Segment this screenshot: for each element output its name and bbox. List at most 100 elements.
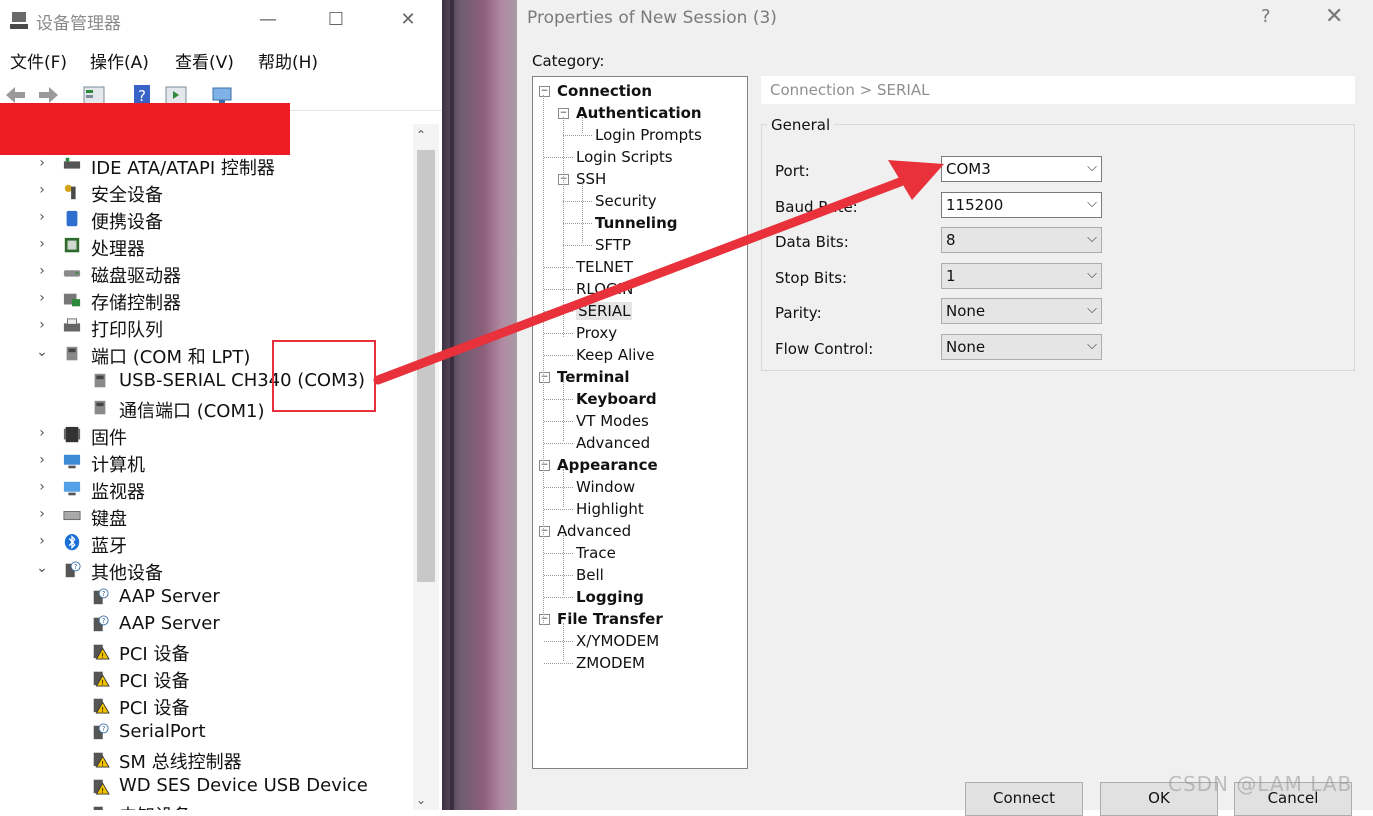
collapse-toggle-icon[interactable]: − xyxy=(539,86,550,97)
collapse-toggle-icon[interactable]: − xyxy=(539,614,550,625)
category-item[interactable]: SERIAL xyxy=(576,302,633,320)
chevron-right-icon[interactable]: › xyxy=(36,263,48,279)
tree-row[interactable]: › IDE ATA/ATAPI 控制器 xyxy=(0,152,412,179)
chevron-down-icon[interactable]: ⌄ xyxy=(36,560,48,576)
tree-row[interactable]: › 便携设备 xyxy=(0,206,412,233)
chevron-right-icon[interactable]: › xyxy=(36,182,48,198)
category-item[interactable]: VT Modes xyxy=(576,412,649,430)
dialog-title: Properties of New Session (3) xyxy=(527,8,777,28)
tree-row[interactable]: ! PCI 设备 xyxy=(0,692,412,719)
field-dropdown[interactable]: 115200 ⌵ xyxy=(941,192,1102,218)
minimize-button[interactable]: — xyxy=(248,6,288,34)
menu-file[interactable]: 文件(F) xyxy=(10,48,67,73)
chevron-right-icon[interactable]: › xyxy=(36,209,48,225)
category-item[interactable]: Highlight xyxy=(576,500,644,518)
tree-row[interactable]: › 蓝牙 xyxy=(0,530,412,557)
tree-item-label: PCI 设备 xyxy=(119,671,190,692)
chevron-right-icon[interactable]: › xyxy=(36,317,48,333)
collapse-toggle-icon[interactable]: − xyxy=(539,372,550,383)
tree-row[interactable]: › 监视器 xyxy=(0,476,412,503)
category-item[interactable]: Authentication xyxy=(576,104,702,122)
category-item[interactable]: Appearance xyxy=(557,456,658,474)
tree-row[interactable]: › 键盘 xyxy=(0,503,412,530)
category-item[interactable]: Login Prompts xyxy=(595,126,702,144)
category-item[interactable]: Login Scripts xyxy=(576,148,673,166)
chevron-down-icon[interactable]: ⌵ xyxy=(1087,160,1097,175)
scroll-up-icon[interactable]: ⌃ xyxy=(416,128,426,142)
category-item[interactable]: Window xyxy=(576,478,635,496)
chevron-right-icon[interactable]: › xyxy=(36,506,48,522)
category-item[interactable]: Advanced xyxy=(557,522,631,540)
tree-row[interactable]: › 计算机 xyxy=(0,449,412,476)
category-item[interactable]: RLOGIN xyxy=(576,280,633,298)
menu-help[interactable]: 帮助(H) xyxy=(258,48,318,73)
field-label: Stop Bits: xyxy=(775,269,848,287)
tree-row[interactable]: ! SM 总线控制器 xyxy=(0,746,412,773)
category-item[interactable]: Bell xyxy=(576,566,604,584)
tree-connector xyxy=(544,399,573,400)
menu-action[interactable]: 操作(A) xyxy=(90,48,149,73)
tree-row[interactable]: › 磁盘驱动器 xyxy=(0,260,412,287)
chevron-down-icon[interactable]: ⌄ xyxy=(36,344,48,360)
category-item[interactable]: Tunneling xyxy=(595,214,678,232)
tree-row[interactable]: › 存储控制器 xyxy=(0,287,412,314)
category-item[interactable]: Advanced xyxy=(576,434,650,452)
chevron-down-icon[interactable]: ⌵ xyxy=(1087,338,1097,353)
chevron-down-icon[interactable]: ⌵ xyxy=(1087,302,1097,317)
chevron-down-icon[interactable]: ⌵ xyxy=(1087,231,1097,246)
chevron-down-icon[interactable]: ⌵ xyxy=(1087,267,1097,282)
chevron-down-icon[interactable]: ⌵ xyxy=(1087,196,1097,211)
category-item[interactable]: Proxy xyxy=(576,324,617,342)
tree-row[interactable]: › 安全设备 xyxy=(0,179,412,206)
tree-row[interactable]: ! 未知设备 xyxy=(0,800,412,810)
connect-button[interactable]: Connect xyxy=(965,782,1083,816)
collapse-toggle-icon[interactable]: − xyxy=(539,526,550,537)
scrollbar-thumb[interactable] xyxy=(417,150,435,582)
category-item[interactable]: TELNET xyxy=(576,258,633,276)
scroll-down-icon[interactable]: ⌄ xyxy=(416,793,426,807)
chevron-right-icon[interactable]: › xyxy=(36,290,48,306)
field-dropdown[interactable]: 8 ⌵ xyxy=(941,227,1102,253)
chevron-right-icon[interactable]: › xyxy=(36,452,48,468)
category-item[interactable]: ZMODEM xyxy=(576,654,645,672)
chevron-right-icon[interactable]: › xyxy=(36,425,48,441)
field-dropdown[interactable]: COM3 ⌵ xyxy=(941,156,1102,182)
warning-device-icon: ! xyxy=(93,752,110,768)
category-item[interactable]: Logging xyxy=(576,588,644,606)
tree-row[interactable]: ? AAP Server xyxy=(0,611,412,638)
category-item[interactable]: Trace xyxy=(576,544,616,562)
menu-view[interactable]: 查看(V) xyxy=(175,48,234,73)
tree-row[interactable]: › 处理器 xyxy=(0,233,412,260)
collapse-toggle-icon[interactable]: − xyxy=(539,460,550,471)
field-dropdown[interactable]: None ⌵ xyxy=(941,334,1102,360)
category-item[interactable]: Keyboard xyxy=(576,390,657,408)
tree-row[interactable]: ! PCI 设备 xyxy=(0,665,412,692)
maximize-button[interactable]: ☐ xyxy=(316,6,356,34)
dialog-close-button[interactable]: ✕ xyxy=(1325,4,1343,29)
tree-row[interactable]: ! WD SES Device USB Device xyxy=(0,773,412,800)
tree-row[interactable]: ? SerialPort xyxy=(0,719,412,746)
tree-row[interactable]: › 固件 xyxy=(0,422,412,449)
category-item[interactable]: X/YMODEM xyxy=(576,632,659,650)
category-item[interactable]: Security xyxy=(595,192,657,210)
category-item[interactable]: Keep Alive xyxy=(576,346,655,364)
field-dropdown[interactable]: 1 ⌵ xyxy=(941,263,1102,289)
category-item[interactable]: SSH xyxy=(576,170,606,188)
category-item[interactable]: File Transfer xyxy=(557,610,663,628)
tree-connector xyxy=(544,289,573,290)
chevron-right-icon[interactable]: › xyxy=(36,236,48,252)
field-dropdown[interactable]: None ⌵ xyxy=(941,298,1102,324)
tree-row[interactable]: ? AAP Server xyxy=(0,584,412,611)
tree-row[interactable]: ! PCI 设备 xyxy=(0,638,412,665)
chevron-right-icon[interactable]: › xyxy=(36,155,48,171)
category-item[interactable]: SFTP xyxy=(595,236,631,254)
help-button[interactable]: ? xyxy=(1261,6,1271,27)
category-item[interactable]: Connection xyxy=(557,82,652,100)
tree-connector xyxy=(544,157,573,158)
chevron-right-icon[interactable]: › xyxy=(36,479,48,495)
tree-row[interactable]: ⌄? 其他设备 xyxy=(0,557,412,584)
close-button[interactable]: ✕ xyxy=(388,6,428,34)
tree-row[interactable]: › 打印队列 xyxy=(0,314,412,341)
chevron-right-icon[interactable]: › xyxy=(36,533,48,549)
category-item[interactable]: Terminal xyxy=(557,368,630,386)
